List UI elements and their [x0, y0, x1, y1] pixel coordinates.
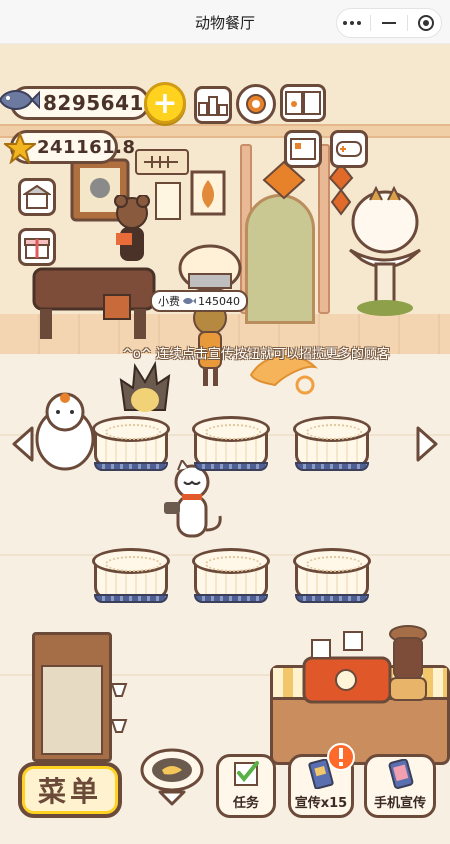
shop-stall-icon [23, 184, 51, 209]
tasks-label: 任务 [232, 796, 259, 811]
fish-currency-value: 8295641 [43, 91, 144, 115]
fish-bone-sign [135, 149, 189, 175]
shop-button[interactable] [18, 178, 56, 216]
paw-book-button[interactable] [280, 84, 326, 122]
wall-note [155, 182, 181, 220]
leaf-painting [190, 170, 226, 216]
more-options-icon[interactable] [339, 10, 365, 36]
chef-character[interactable] [175, 240, 245, 390]
hedgehog-customer[interactable] [115, 360, 175, 420]
drink-cabinet[interactable] [32, 632, 112, 762]
paw-book-icon [285, 91, 321, 115]
star-rating-value: 241161.8 [37, 136, 136, 158]
add-currency-button[interactable]: + [144, 82, 186, 124]
reading-desk [32, 267, 156, 339]
menu-button[interactable]: 菜单 [18, 762, 122, 818]
coffee-grinder[interactable] [386, 624, 430, 704]
tip-bubble[interactable]: 小费 145040 [150, 290, 248, 312]
close-miniprogram-icon[interactable] [413, 10, 439, 36]
scroll-right-arrow-icon[interactable] [414, 424, 440, 464]
ranking-podium-icon [198, 96, 228, 116]
gamepad-icon [336, 141, 362, 157]
fish-icon [0, 90, 40, 110]
capsule-menu [336, 8, 442, 38]
dining-table[interactable] [192, 548, 270, 608]
dining-table[interactable] [293, 416, 371, 476]
promote-label: 宣传x15 [294, 796, 348, 811]
small-fish-icon [183, 298, 196, 304]
kitchen-doorway [245, 194, 315, 324]
notice-board-icon [290, 138, 316, 160]
ranking-button[interactable] [194, 86, 232, 124]
coffee-machine[interactable] [300, 630, 400, 710]
tasks-button[interactable]: 任务 [216, 754, 276, 818]
minimize-icon[interactable] [376, 10, 402, 36]
white-dog-customer[interactable] [30, 384, 100, 474]
phone-promote-label: 手机宣传 [373, 796, 426, 811]
raccoon-waiter-character[interactable] [108, 195, 156, 265]
tip-amount: 145040 [198, 294, 240, 308]
orange-wall-ornament [328, 162, 354, 216]
game-center-button[interactable] [330, 130, 368, 168]
dining-table[interactable] [192, 416, 270, 476]
gift-button[interactable] [18, 228, 56, 266]
tip-label: 小费 [158, 295, 180, 308]
frying-pan-button[interactable] [138, 746, 208, 806]
news-board-button[interactable] [284, 130, 322, 168]
dining-table[interactable] [92, 548, 170, 608]
dining-table[interactable] [92, 416, 170, 476]
checklist-icon [234, 761, 259, 786]
alert-badge-icon [327, 743, 355, 771]
mini-program-top-bar: 动物餐厅 [0, 0, 450, 44]
phone-icon [388, 759, 414, 789]
gear-icon [246, 94, 266, 114]
star-icon [4, 132, 36, 164]
dining-table[interactable] [293, 548, 371, 608]
gift-box-icon [24, 238, 50, 259]
wine-glasses-decoration [110, 683, 128, 733]
settings-button[interactable] [236, 84, 276, 124]
phone-promote-button[interactable]: 手机宣传 [364, 754, 436, 818]
